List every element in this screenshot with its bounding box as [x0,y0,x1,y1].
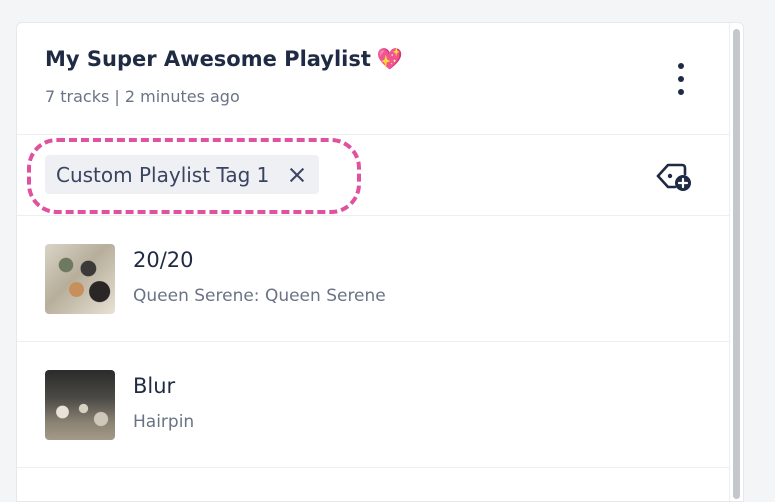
kebab-dot [678,89,684,95]
playlist-meta: 7 tracks | 2 minutes ago [45,87,240,106]
playlist-tag-chip[interactable]: Custom Playlist Tag 1 [45,155,320,194]
album-art [45,244,115,314]
track-row[interactable]: 20/20 Queen Serene: Queen Serene [17,216,729,342]
playlist-header: My Super Awesome Playlist 💖 7 tracks | 2 … [17,23,729,135]
scrollbar[interactable] [729,23,743,501]
close-icon[interactable] [287,165,307,185]
playlist-title-text: My Super Awesome Playlist [45,47,371,71]
playlist-card: My Super Awesome Playlist 💖 7 tracks | 2 … [16,22,744,502]
kebab-menu-icon[interactable] [672,63,690,95]
kebab-dot [678,63,684,69]
kebab-dot [678,76,684,82]
sparkling-heart-emoji: 💖 [376,47,404,71]
tag-label: Custom Playlist Tag 1 [56,162,270,187]
track-row[interactable]: Blur Hairpin [17,342,729,468]
track-title: Blur [133,374,176,398]
track-title: 20/20 [133,248,194,272]
album-art [45,370,115,440]
track-artist-album: Hairpin [133,412,195,432]
scrollbar-thumb[interactable] [733,29,740,499]
add-tag-icon[interactable] [655,159,693,193]
tag-row: Custom Playlist Tag 1 [17,135,729,216]
playlist-title: My Super Awesome Playlist 💖 [45,47,403,72]
track-artist-album: Queen Serene: Queen Serene [133,286,386,306]
